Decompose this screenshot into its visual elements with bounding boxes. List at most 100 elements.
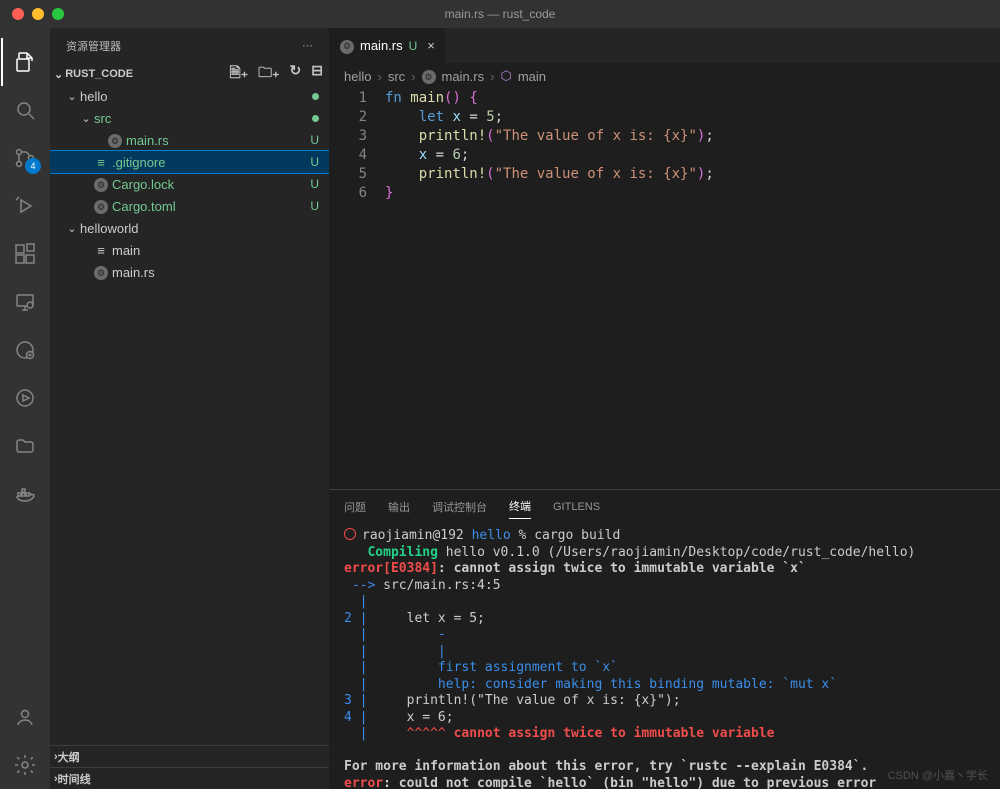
file-icon: ≡ xyxy=(92,155,110,170)
t: ^^^^^ xyxy=(375,726,445,741)
extensions-tab-icon[interactable] xyxy=(1,230,49,278)
explorer-folder-header[interactable]: ⌄ RUST_CODE 🗎₊ 🗀₊ ↻ ⊟ xyxy=(50,63,329,85)
new-file-icon[interactable]: 🗎₊ xyxy=(229,62,248,86)
close-window-button[interactable] xyxy=(12,8,24,20)
remote-tab-icon[interactable] xyxy=(1,278,49,326)
breadcrumbs[interactable]: hello › src › ⚙ main.rs › ⬡ main xyxy=(330,63,1000,89)
t: error[E0384] xyxy=(344,561,438,576)
t: | xyxy=(375,644,445,659)
terminal-output[interactable]: raojiamin@192 hello % cargo build Compil… xyxy=(330,523,1000,789)
git-status: U xyxy=(310,199,319,213)
activity-icon-7[interactable] xyxy=(1,374,49,422)
crumb[interactable]: main xyxy=(518,69,546,84)
tok: } xyxy=(385,185,393,201)
file-main-rs[interactable]: ⚙ main.rs U xyxy=(50,129,329,151)
git-dot-icon xyxy=(312,115,319,122)
explorer-tab-icon[interactable] xyxy=(1,38,49,86)
tok: ( xyxy=(486,128,494,144)
t: | xyxy=(360,677,368,692)
file-main[interactable]: ≡ main xyxy=(50,239,329,261)
collapse-icon[interactable]: ⊟ xyxy=(311,62,323,86)
folder-label: helloworld xyxy=(80,221,329,236)
t: : cannot assign twice to immutable varia… xyxy=(438,561,806,576)
close-tab-icon[interactable]: × xyxy=(427,38,435,53)
tok: fn xyxy=(385,90,402,106)
tab-main-rs[interactable]: ⚙ main.rs U × xyxy=(330,28,446,63)
tok: "The value of x is: {x}" xyxy=(495,166,697,182)
minimize-window-button[interactable] xyxy=(32,8,44,20)
code-content[interactable]: fn main() { let x = 5; println!("The val… xyxy=(385,89,1000,489)
rust-file-icon: ⚙ xyxy=(92,264,110,281)
timeline-section[interactable]: › 时间线 xyxy=(50,767,329,789)
git-status: U xyxy=(310,133,319,147)
crumb[interactable]: main.rs xyxy=(442,69,485,84)
symbol-icon: ⬡ xyxy=(500,68,511,84)
line-number: 6 xyxy=(330,184,367,203)
crumb[interactable]: src xyxy=(388,69,405,84)
folder-hello[interactable]: ⌄ hello xyxy=(50,85,329,107)
t: cargo build xyxy=(534,528,620,543)
t: | xyxy=(360,627,368,642)
file-label: Cargo.lock xyxy=(112,177,310,192)
section-label: 大纲 xyxy=(58,749,80,765)
t: hello xyxy=(472,528,511,543)
tok: () xyxy=(444,90,461,106)
new-folder-icon[interactable]: 🗀₊ xyxy=(258,62,279,86)
tab-gitlens[interactable]: GITLENS xyxy=(553,497,600,517)
folder-src[interactable]: ⌄ src xyxy=(50,107,329,129)
file-gitignore[interactable]: ≡ .gitignore U xyxy=(50,151,329,173)
window-title: main.rs — rust_code xyxy=(445,7,556,21)
outline-section[interactable]: › 大纲 xyxy=(50,745,329,767)
activity-icon-6[interactable] xyxy=(1,326,49,374)
t: error xyxy=(344,776,383,789)
tok: ; xyxy=(461,147,469,163)
bottom-panel: 问题 输出 调试控制台 终端 GITLENS raojiamin@192 hel… xyxy=(330,489,1000,789)
t: : could not compile `hello` (bin "hello"… xyxy=(383,776,876,789)
t: | xyxy=(360,611,368,626)
line-number: 2 xyxy=(330,108,367,127)
line-number: 3 xyxy=(330,127,367,146)
prompt-icon xyxy=(344,528,362,543)
docker-tab-icon[interactable] xyxy=(1,470,49,518)
tok: 6 xyxy=(452,147,460,163)
sidebar-menu-icon[interactable]: ⋯ xyxy=(302,39,313,52)
file-label: main.rs xyxy=(126,133,310,148)
tab-debug-console[interactable]: 调试控制台 xyxy=(432,495,487,519)
refresh-icon[interactable]: ↻ xyxy=(290,62,302,86)
folder-label: hello xyxy=(80,89,312,104)
folder-helloworld[interactable]: ⌄ helloworld xyxy=(50,217,329,239)
tok: x xyxy=(419,147,427,163)
chevron-right-icon: › xyxy=(377,69,381,84)
scm-badge: 4 xyxy=(25,158,41,174)
tok: ; xyxy=(705,128,713,144)
tab-output[interactable]: 输出 xyxy=(388,495,410,519)
t: println!("The value of x is: {x}"); xyxy=(375,693,680,708)
scm-tab-icon[interactable]: 4 xyxy=(1,134,49,182)
rust-file-icon: ⚙ xyxy=(422,68,436,85)
file-cargo-toml[interactable]: ⚙ Cargo.toml U xyxy=(50,195,329,217)
chevron-down-icon: ⌄ xyxy=(64,222,80,235)
code-editor[interactable]: 1 2 3 4 5 6 fn main() { let x = 5; print… xyxy=(330,89,1000,489)
explorer-actions: 🗎₊ 🗀₊ ↻ ⊟ xyxy=(229,62,323,86)
activity-icon-8[interactable] xyxy=(1,422,49,470)
t: help: consider making this binding mutab… xyxy=(375,677,837,692)
settings-icon[interactable] xyxy=(1,741,49,789)
t: | xyxy=(360,693,368,708)
sidebar: 资源管理器 ⋯ ⌄ RUST_CODE 🗎₊ 🗀₊ ↻ ⊟ ⌄ hello ⌄ xyxy=(50,28,330,789)
file-cargo-lock[interactable]: ⚙ Cargo.lock U xyxy=(50,173,329,195)
maximize-window-button[interactable] xyxy=(52,8,64,20)
account-icon[interactable] xyxy=(1,693,49,741)
file-main-rs-2[interactable]: ⚙ main.rs xyxy=(50,261,329,283)
t: 3 xyxy=(344,693,352,708)
t: cannot assign twice to immutable variabl… xyxy=(446,726,775,741)
chevron-right-icon: › xyxy=(490,69,494,84)
search-tab-icon[interactable] xyxy=(1,86,49,134)
file-icon: ≡ xyxy=(92,243,110,258)
titlebar: main.rs — rust_code xyxy=(0,0,1000,28)
crumb[interactable]: hello xyxy=(344,69,371,84)
tab-problems[interactable]: 问题 xyxy=(344,495,366,519)
tab-terminal[interactable]: 终端 xyxy=(509,494,531,519)
file-tree: ⌄ hello ⌄ src ⚙ main.rs U ≡ .gitignore U… xyxy=(50,85,329,745)
tok: ; xyxy=(705,166,713,182)
debug-tab-icon[interactable] xyxy=(1,182,49,230)
